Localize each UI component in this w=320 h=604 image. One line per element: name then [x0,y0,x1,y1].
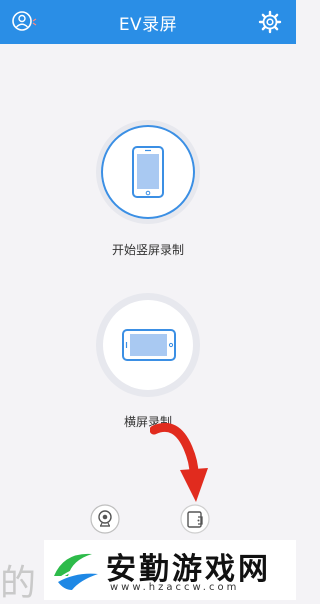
portrait-record-button[interactable] [96,120,200,224]
watermark-url: www.hzaccw.com [110,582,240,593]
folder-button[interactable] [178,504,212,538]
gear-icon [258,10,282,34]
landscape-record-ring [103,300,193,390]
corner-watermark-text: 的 [0,563,37,604]
camera-button[interactable] [90,504,120,538]
watermark-logo [54,553,98,590]
app-header: EV录屏 [0,0,296,44]
phone-portrait-icon [132,146,164,198]
phone-landscape-icon [122,329,176,361]
camera-icon [90,504,120,534]
landscape-record-button[interactable] [96,293,200,397]
portrait-record-ring [101,125,195,219]
folder-icon [180,504,210,534]
portrait-record-label[interactable]: 开始竖屏录制 [0,241,296,258]
landscape-record-label[interactable]: 横屏录制 [0,413,296,430]
watermark-banner: 安勤游戏网 www.hzaccw.com [44,540,296,600]
red-arrow-icon [150,422,208,502]
settings-button[interactable] [256,8,284,36]
app-title: EV录屏 [118,15,178,35]
